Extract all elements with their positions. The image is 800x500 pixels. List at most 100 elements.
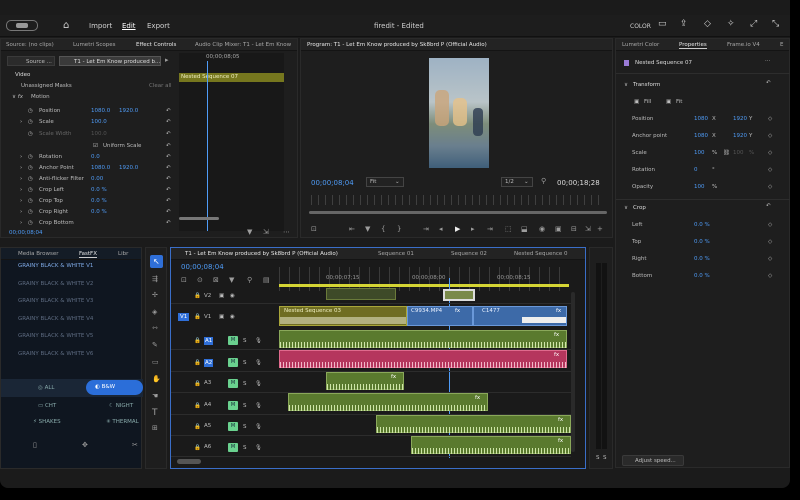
c1477-clip[interactable]: C1477 fx (473, 306, 567, 326)
audio-track-label[interactable]: A4 (204, 402, 211, 408)
eye-icon[interactable]: ◉ (230, 293, 235, 299)
clear-all-button[interactable]: Clear all (149, 83, 172, 89)
crop-expand[interactable]: ∨ (624, 205, 628, 211)
audio-clip[interactable]: fx (288, 393, 488, 411)
mic-icon[interactable]: 🎙 (255, 360, 262, 366)
lock-icon[interactable]: 🔒 (194, 445, 201, 451)
mic-icon[interactable]: 🎙 (255, 403, 262, 409)
keyframe-icon[interactable]: ◇ (768, 150, 772, 156)
nested-seq-clip[interactable]: Nested Sequence 07 (179, 73, 284, 82)
filter-cht[interactable]: ▭ CHT (38, 403, 56, 409)
lock-icon[interactable]: 🔒 (194, 314, 201, 320)
stopwatch-icon[interactable]: ◷ (28, 119, 33, 125)
transform-value-1[interactable]: 100 (694, 150, 705, 156)
fit-button[interactable]: Fit (676, 99, 682, 105)
step-back-icon[interactable]: ⇤ (349, 225, 355, 233)
stopwatch-icon[interactable]: ◷ (28, 165, 33, 171)
prop-value-2[interactable]: 1920.0 (119, 108, 138, 114)
sync-icon[interactable]: ▣ (219, 314, 224, 320)
export-tab[interactable]: Export (147, 22, 170, 30)
solo-button[interactable]: S (243, 445, 247, 451)
uniform-scale-checkbox[interactable]: ☑ (93, 143, 98, 149)
lock-icon[interactable]: 🔒 (194, 424, 201, 430)
prop-expand[interactable]: › (20, 165, 22, 171)
audio-clip[interactable]: fx (279, 330, 567, 348)
mute-button[interactable]: M (228, 336, 238, 345)
program-ruler[interactable] (311, 195, 603, 205)
prop-expand[interactable]: › (20, 187, 22, 193)
filter-all[interactable]: ◎ ALL (38, 385, 54, 391)
tab-effect-controls[interactable]: Effect Controls (136, 42, 176, 48)
filter-shakes[interactable]: ⚡ SHAKES (33, 419, 61, 425)
mute-button[interactable]: M (228, 358, 238, 367)
fullscreen-icon[interactable]: ⤢ (750, 19, 757, 29)
adjust-speed-button[interactable]: Adjust speed... (622, 455, 684, 466)
lock-icon[interactable]: 🔒 (194, 293, 201, 299)
timeline-timecode[interactable]: 00;00;08;04 (181, 263, 224, 271)
transform-expand[interactable]: ∨ (624, 82, 628, 88)
crop-value[interactable]: 0.0 % (694, 239, 710, 245)
keyframe-icon[interactable]: ◇ (768, 256, 772, 262)
audio-track-label[interactable]: A2 (204, 359, 214, 367)
transform-value-1[interactable]: 1080 (694, 116, 708, 122)
prop-value-1[interactable]: 0.0 % (91, 187, 107, 193)
lock-icon[interactable]: 🔒 (194, 403, 201, 409)
program-zoom-bar[interactable] (309, 211, 607, 214)
solo-right-button[interactable]: S (603, 455, 607, 461)
timeline-wrench-icon[interactable]: ⚲ (247, 276, 252, 284)
crop-value[interactable]: 0.0 % (694, 256, 710, 262)
nested-sequence-clip[interactable]: Nested Sequence 03 (279, 306, 407, 326)
stopwatch-icon[interactable]: ◷ (28, 209, 33, 215)
ripple-edit-tool-icon[interactable]: ✢ (152, 291, 158, 299)
reset-icon[interactable]: ↶ (166, 108, 171, 114)
keyframe-icon[interactable]: ◇ (768, 116, 772, 122)
settings-icon[interactable]: ⋯ (283, 228, 290, 236)
marker-add-icon[interactable]: ▼ (229, 276, 234, 284)
prop-value-1[interactable]: 0.0 % (91, 209, 107, 215)
marker-icon[interactable]: ⊡ (311, 225, 317, 233)
effect-settings-icon[interactable]: ✂ (132, 441, 138, 449)
prop-expand[interactable]: › (20, 176, 22, 182)
play-icon[interactable]: ▶ (455, 225, 460, 233)
transform-value-2[interactable]: 100 (733, 150, 744, 156)
keyframe-icon[interactable]: ◇ (768, 273, 772, 279)
import-tab[interactable]: Import (89, 22, 112, 30)
audio-clip[interactable]: fx (376, 415, 571, 433)
track-select-tool-icon[interactable]: ⇶ (152, 275, 158, 283)
prop-value-1[interactable]: 0.0 % (91, 198, 107, 204)
edit-tab[interactable]: Edit (122, 22, 136, 30)
compare-icon[interactable]: ▣ (555, 225, 562, 233)
mini-playhead[interactable] (207, 61, 208, 231)
go-in-icon[interactable]: ⇥ (423, 225, 429, 233)
solo-left-button[interactable]: S (596, 455, 600, 461)
master-clip-select[interactable]: Source ... (7, 56, 55, 66)
reset-icon[interactable]: ↶ (166, 187, 171, 193)
navigate-icon[interactable]: ▸ (165, 56, 169, 64)
effect-item[interactable]: GRAINY BLACK & WHITE V3 (18, 298, 93, 304)
type-tool-icon[interactable]: T (152, 408, 158, 418)
tab-lumetri-scopes[interactable]: Lumetri Scopes (73, 42, 116, 48)
mic-icon[interactable]: 🎙 (255, 338, 262, 344)
hand-tool-icon[interactable]: ✋ (152, 375, 161, 383)
eye-icon[interactable]: ◉ (230, 314, 235, 320)
stopwatch-icon[interactable]: ◷ (28, 108, 33, 114)
keyframe-icon[interactable]: ◇ (768, 184, 772, 190)
mark-in-icon[interactable]: ▼ (365, 225, 370, 233)
tab-extra[interactable]: E (780, 42, 783, 48)
go-out-icon[interactable]: ⇥ (487, 225, 493, 233)
mic-icon[interactable]: 🎙 (255, 381, 262, 387)
lock-icon[interactable]: 🔒 (194, 360, 201, 366)
work-area-bar[interactable] (279, 284, 569, 287)
fit-icon[interactable]: ▣ (666, 99, 671, 105)
tab-media-browser[interactable]: Media Browser (18, 251, 59, 257)
layout-icon[interactable]: ▭ (658, 19, 667, 29)
wrench-icon[interactable]: ⚲ (541, 177, 546, 185)
crop-value[interactable]: 0.0 % (694, 222, 710, 228)
razor-tool-icon[interactable]: ◈ (152, 308, 157, 316)
camera-icon[interactable]: ◉ (539, 225, 545, 233)
keyframe-icon[interactable]: ◇ (768, 222, 772, 228)
reset-icon[interactable]: ↶ (166, 143, 171, 149)
selection-tool[interactable]: ↖ (150, 255, 163, 268)
prop-value-1[interactable]: 100.0 (91, 119, 107, 125)
stopwatch-icon[interactable]: ◷ (28, 198, 33, 204)
